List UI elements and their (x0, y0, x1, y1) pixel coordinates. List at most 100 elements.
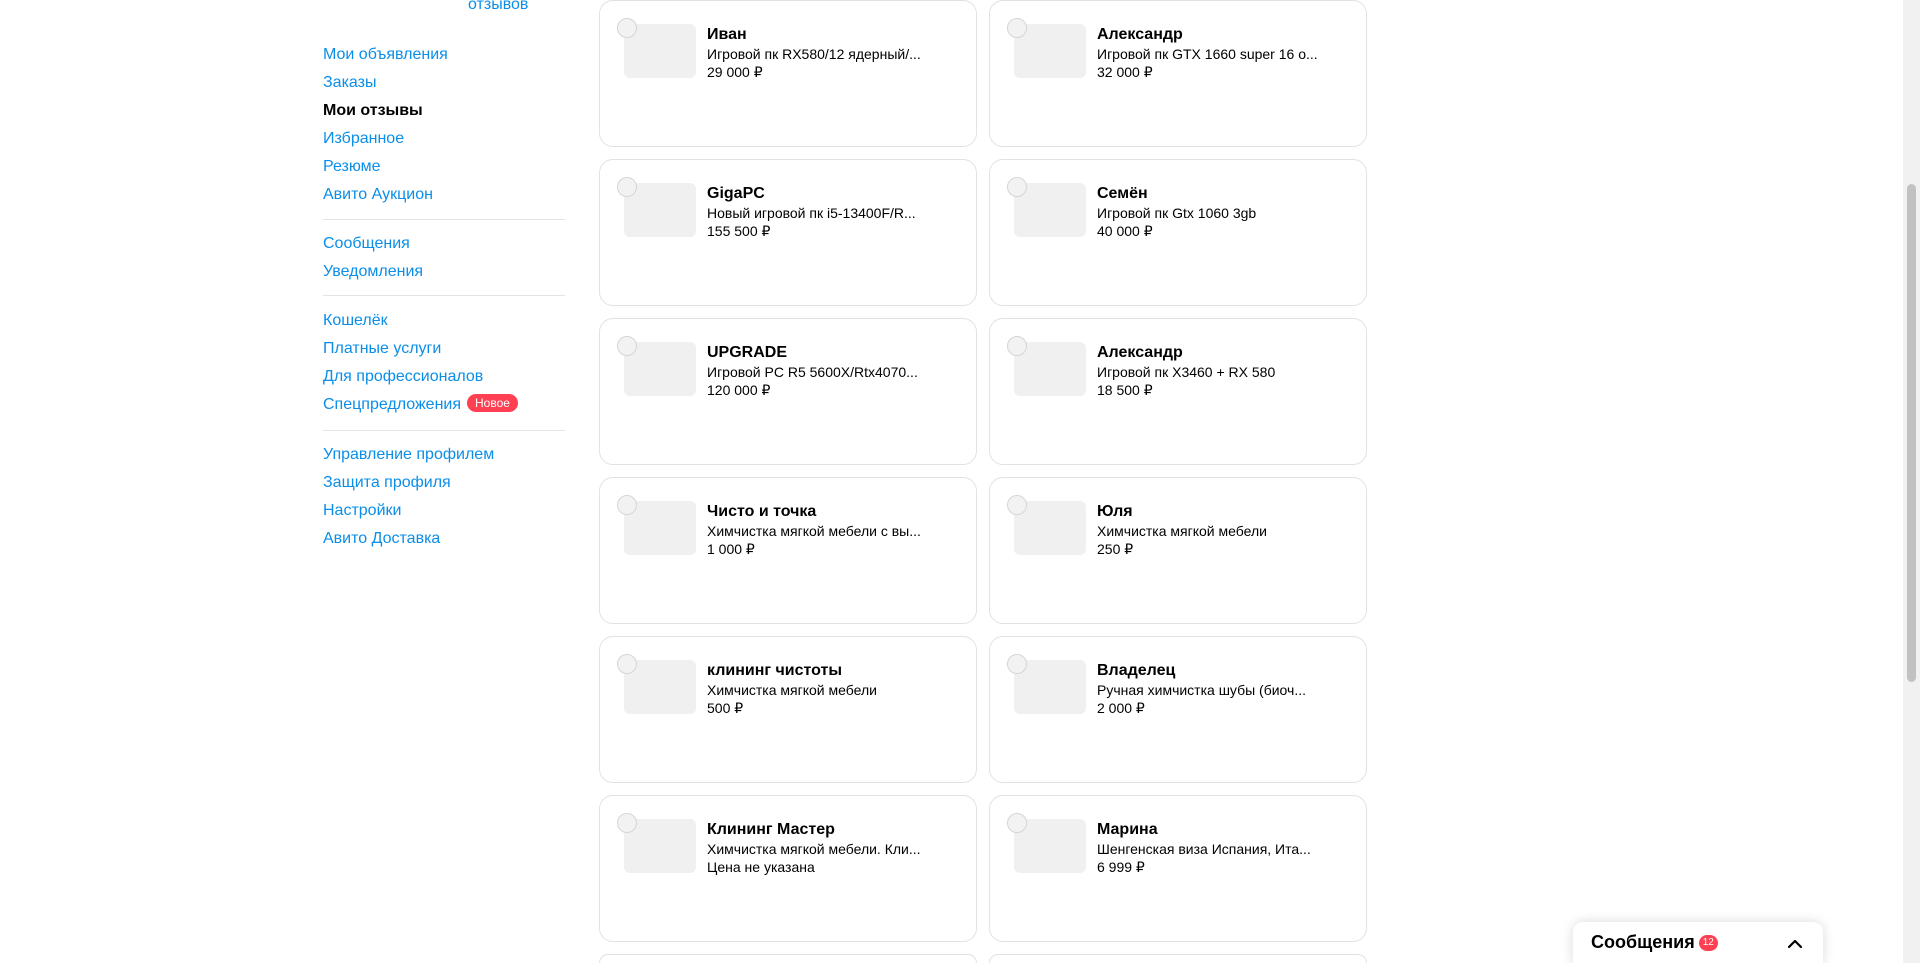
seller-name: Чисто и точка (707, 503, 817, 520)
sidebar-item-my-ads[interactable]: Мои объявления (323, 41, 565, 69)
seller-name: UPGRADE (707, 344, 788, 361)
card-info: UPGRADE Игровой PC R5 5600X/Rtx4070... 1… (707, 343, 937, 399)
sidebar-item-resume[interactable]: Резюме (323, 153, 565, 181)
seller-name: Юля (1097, 503, 1133, 520)
sidebar-item-auction[interactable]: Авито Аукцион (323, 181, 565, 209)
select-radio[interactable] (1007, 177, 1027, 197)
item-price: 155 500 ₽ (707, 223, 771, 239)
sidebar-item-paid-services[interactable]: Платные услуги (323, 335, 565, 363)
review-card[interactable]: Марина Шенгенская виза Испания, Ита... 6… (989, 795, 1367, 942)
sidebar-item-settings[interactable]: Настройки (323, 497, 565, 525)
review-card[interactable]: GigaPC Новый игровой пк i5-13400F/R... 1… (599, 159, 977, 306)
review-card[interactable]: Семён Игровой пк Gtx 1060 3gb 40 000 ₽ (989, 159, 1367, 306)
messenger-widget[interactable]: Сообщения 12 (1573, 922, 1823, 963)
sidebar-item-delivery[interactable]: Авито Доставка (323, 525, 565, 553)
item-price: Цена не указана (707, 859, 815, 875)
review-card[interactable] (989, 954, 1367, 963)
nav-group-finance: Кошелёк Платные услуги Для профессионало… (323, 307, 565, 419)
item-title: Игровой пк RX580/12 ядерный/... (707, 46, 921, 62)
card-info: Клининг Мастер Химчистка мягкой мебели. … (707, 820, 937, 876)
sidebar-divider (323, 295, 565, 296)
item-title: Шенгенская виза Испания, Ита... (1097, 841, 1311, 857)
item-price: 120 000 ₽ (707, 382, 771, 398)
card-info: клининг чистоты Химчистка мягкой мебели … (707, 661, 937, 717)
seller-name: Иван (707, 26, 747, 43)
item-price: 500 ₽ (707, 700, 744, 716)
select-radio[interactable] (617, 336, 637, 356)
review-card[interactable]: Александр Игровой пк GTX 1660 super 16 о… (989, 0, 1367, 147)
review-card[interactable]: Владелец Ручная химчистка шубы (биоч... … (989, 636, 1367, 783)
item-price: 18 500 ₽ (1097, 382, 1153, 398)
card-info: Юля Химчистка мягкой мебели 250 ₽ (1097, 502, 1327, 558)
item-title: Химчистка мягкой мебели (1097, 523, 1267, 539)
new-badge: Новое (467, 394, 518, 412)
nav-group-communication: Сообщения Уведомления (323, 230, 565, 286)
review-card[interactable]: клининг чистоты Химчистка мягкой мебели … (599, 636, 977, 783)
item-title: Химчистка мягкой мебели с вы... (707, 523, 921, 539)
messenger-title: Сообщения 12 (1591, 932, 1718, 953)
seller-name: Клининг Мастер (707, 821, 835, 838)
item-title: Игровой пк GTX 1660 super 16 о... (1097, 46, 1318, 62)
sidebar-item-profile-protection[interactable]: Защита профиля (323, 469, 565, 497)
review-card[interactable]: Клининг Мастер Химчистка мягкой мебели. … (599, 795, 977, 942)
reviews-count-link[interactable]: отзывов (468, 0, 528, 14)
seller-name: клининг чистоты (707, 662, 842, 679)
unread-count-badge: 12 (1698, 935, 1718, 951)
card-info: Семён Игровой пк Gtx 1060 3gb 40 000 ₽ (1097, 184, 1327, 240)
item-title: Новый игровой пк i5-13400F/R... (707, 205, 916, 221)
select-radio[interactable] (617, 495, 637, 515)
review-card[interactable]: Чисто и точка Химчистка мягкой мебели с … (599, 477, 977, 624)
select-radio[interactable] (617, 177, 637, 197)
card-info: Александр Игровой пк GTX 1660 super 16 о… (1097, 25, 1327, 81)
card-info: GigaPC Новый игровой пк i5-13400F/R... 1… (707, 184, 937, 240)
card-info: Марина Шенгенская виза Испания, Ита... 6… (1097, 820, 1327, 876)
card-info: Владелец Ручная химчистка шубы (биоч... … (1097, 661, 1327, 717)
review-card[interactable]: Юля Химчистка мягкой мебели 250 ₽ (989, 477, 1367, 624)
select-radio[interactable] (1007, 336, 1027, 356)
sidebar-item-profile-management[interactable]: Управление профилем (323, 441, 565, 469)
item-price: 2 000 ₽ (1097, 700, 1145, 716)
sidebar-item-orders[interactable]: Заказы (323, 69, 565, 97)
review-card[interactable]: Иван Игровой пк RX580/12 ядерный/... 29 … (599, 0, 977, 147)
select-radio[interactable] (617, 654, 637, 674)
item-title: Химчистка мягкой мебели (707, 682, 877, 698)
select-radio[interactable] (1007, 18, 1027, 38)
sidebar-item-messages[interactable]: Сообщения (323, 230, 565, 258)
sidebar-item-special-offers[interactable]: Спецпредложения Новое (323, 391, 565, 419)
item-title: Ручная химчистка шубы (биоч... (1097, 682, 1307, 698)
item-price: 32 000 ₽ (1097, 64, 1153, 80)
chevron-up-icon[interactable] (1785, 934, 1805, 954)
seller-name: Александр (1097, 344, 1183, 361)
seller-name: Марина (1097, 821, 1158, 838)
sidebar-divider (323, 219, 565, 220)
nav-group-profile: Управление профилем Защита профиля Настр… (323, 441, 565, 553)
review-card[interactable] (599, 954, 977, 963)
seller-name: Владелец (1097, 662, 1176, 679)
sidebar-item-wallet[interactable]: Кошелёк (323, 307, 565, 335)
sidebar-item-favorites[interactable]: Избранное (323, 125, 565, 153)
sidebar-item-notifications[interactable]: Уведомления (323, 258, 565, 286)
item-title: Игровой PC R5 5600X/Rtx4070... (707, 364, 918, 380)
card-info: Чисто и точка Химчистка мягкой мебели с … (707, 502, 937, 558)
item-price: 250 ₽ (1097, 541, 1134, 557)
sidebar-item-label: Спецпредложения (323, 396, 461, 413)
item-price: 6 999 ₽ (1097, 859, 1145, 875)
seller-name: GigaPC (707, 185, 765, 202)
seller-name: Семён (1097, 185, 1148, 202)
select-radio[interactable] (1007, 654, 1027, 674)
item-title: Химчистка мягкой мебели. Кли... (707, 841, 921, 857)
card-info: Александр Игровой пк X3460 + RX 580 18 5… (1097, 343, 1327, 399)
page-scrollbar[interactable] (1903, 0, 1920, 963)
select-radio[interactable] (1007, 495, 1027, 515)
select-radio[interactable] (617, 813, 637, 833)
scrollbar-thumb[interactable] (1907, 184, 1916, 682)
select-radio[interactable] (1007, 813, 1027, 833)
sidebar-item-my-reviews[interactable]: Мои отзывы (323, 97, 565, 125)
select-radio[interactable] (617, 18, 637, 38)
messenger-title-label: Сообщения (1591, 932, 1695, 952)
review-card[interactable]: Александр Игровой пк X3460 + RX 580 18 5… (989, 318, 1367, 465)
review-card[interactable]: UPGRADE Игровой PC R5 5600X/Rtx4070... 1… (599, 318, 977, 465)
item-title: Игровой пк X3460 + RX 580 (1097, 364, 1276, 380)
sidebar-item-for-professionals[interactable]: Для профессионалов (323, 363, 565, 391)
item-price: 40 000 ₽ (1097, 223, 1153, 239)
